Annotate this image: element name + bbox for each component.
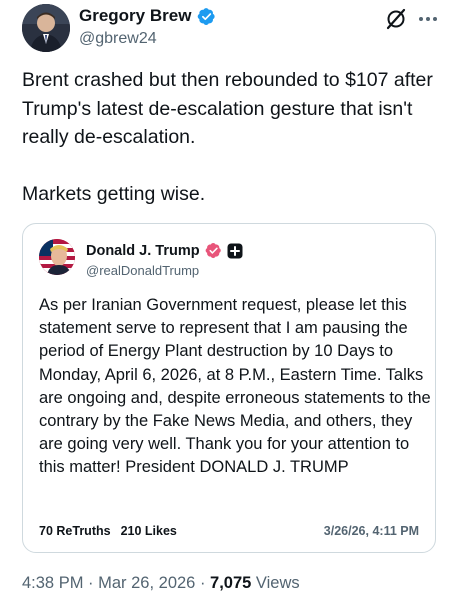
truth-plus-icon	[227, 243, 243, 258]
avatar-image	[22, 4, 70, 52]
post-date[interactable]: Mar 26, 2026	[98, 574, 195, 592]
tweet-page: Gregory Brew @gbrew24 Brent crashed but …	[0, 0, 457, 600]
retruths-stat[interactable]: 70 ReTruths	[39, 524, 111, 538]
likes-stat[interactable]: 210 Likes	[121, 524, 177, 538]
post-time[interactable]: 4:38 PM	[22, 574, 83, 592]
quoted-post-card[interactable]: Donald J. Trump @realDonaldTrump As per …	[22, 223, 436, 553]
quoted-name-row: Donald J. Trump	[86, 242, 243, 259]
separator: ·	[83, 574, 99, 592]
author-name-row: Gregory Brew	[79, 6, 216, 26]
author-name[interactable]: Gregory Brew	[79, 6, 191, 26]
quoted-author-handle[interactable]: @realDonaldTrump	[86, 263, 199, 278]
grok-icon[interactable]	[385, 8, 407, 30]
tweet-text: Brent crashed but then rebounded to $107…	[22, 69, 433, 205]
quoted-post-stats: 70 ReTruths 210 Likes	[39, 524, 177, 538]
author-handle[interactable]: @gbrew24	[79, 30, 157, 48]
retruths-count: 70	[39, 524, 53, 538]
quoted-post-date: 3/26/26, 4:11 PM	[323, 524, 419, 538]
more-icon[interactable]	[416, 8, 440, 30]
quoted-avatar-image	[39, 239, 75, 275]
retruths-label: ReTruths	[56, 524, 111, 538]
views-count: 7,075	[210, 574, 252, 592]
likes-label: Likes	[144, 524, 177, 538]
quoted-avatar[interactable]	[39, 239, 75, 275]
quoted-post-text: As per Iranian Government request, pleas…	[39, 296, 431, 477]
avatar[interactable]	[22, 4, 70, 52]
tweet-metadata: 4:38 PM · Mar 26, 2026 · 7,075 Views	[22, 574, 300, 593]
truth-verified-icon	[205, 243, 221, 259]
quoted-author-name[interactable]: Donald J. Trump	[86, 243, 200, 259]
views-label: Views	[251, 574, 300, 592]
likes-count: 210	[120, 524, 142, 538]
tweet-header: Gregory Brew @gbrew24	[22, 4, 442, 54]
separator: ·	[195, 574, 211, 592]
verified-badge-icon	[198, 7, 216, 25]
